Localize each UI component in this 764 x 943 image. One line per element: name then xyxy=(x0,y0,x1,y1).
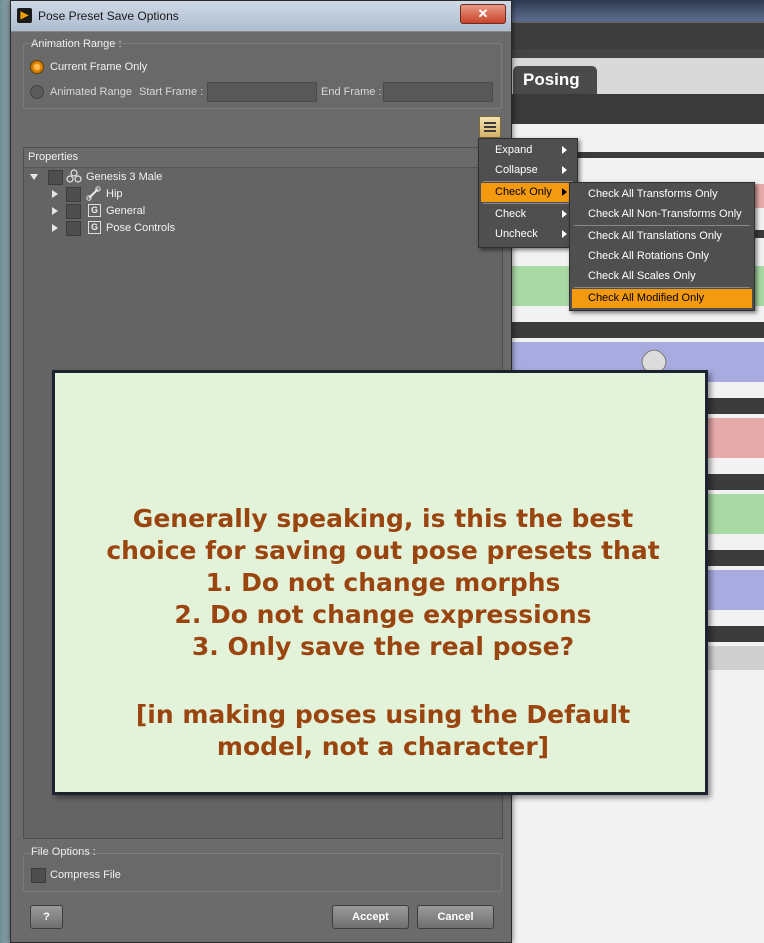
current-frame-label: Current Frame Only xyxy=(50,61,148,73)
app-icon: ▶ xyxy=(17,8,32,23)
compress-file-checkbox[interactable] xyxy=(31,868,46,883)
submenu-item-transforms[interactable]: Check All Transforms Only xyxy=(572,185,752,204)
animated-range-radio[interactable] xyxy=(30,85,44,99)
tree-item-hip[interactable]: Hip xyxy=(24,186,324,203)
menu-item-label: Uncheck xyxy=(495,228,538,240)
submenu-arrow-icon xyxy=(562,146,567,154)
menu-separator xyxy=(483,203,573,204)
timeline-row xyxy=(505,322,764,338)
check-only-submenu: Check All Transforms Only Check All Non-… xyxy=(569,182,755,311)
collapse-arrow-icon[interactable] xyxy=(30,174,38,180)
tree-item-label: Hip xyxy=(106,188,123,200)
submenu-arrow-icon xyxy=(562,210,567,218)
tree-item-label: Pose Controls xyxy=(106,222,176,234)
cancel-button[interactable]: Cancel xyxy=(417,905,494,929)
bone-icon xyxy=(86,186,101,201)
help-button[interactable]: ? xyxy=(30,905,63,929)
menu-item-check[interactable]: Check xyxy=(481,205,575,224)
tree-item-pose-controls[interactable]: G Pose Controls xyxy=(24,220,324,237)
tree-item-label: General xyxy=(106,205,146,217)
menu-separator xyxy=(574,225,750,226)
properties-header: Properties xyxy=(24,148,502,168)
file-options-label: File Options : xyxy=(31,846,96,858)
menu-item-expand[interactable]: Expand xyxy=(481,141,575,160)
submenu-item-non-transforms[interactable]: Check All Non-Transforms Only xyxy=(572,205,752,224)
current-frame-radio[interactable] xyxy=(30,60,44,74)
tree-item-label: Genesis 3 Male xyxy=(86,171,163,183)
figure-icon xyxy=(66,169,82,183)
title-bar: ▶ Pose Preset Save Options ✕ xyxy=(11,1,511,32)
properties-header-label: Properties xyxy=(28,151,79,163)
expand-arrow-icon[interactable] xyxy=(52,190,58,198)
dialog-title: Pose Preset Save Options xyxy=(38,9,179,23)
submenu-item-scales[interactable]: Check All Scales Only xyxy=(572,267,752,286)
close-button[interactable]: ✕ xyxy=(460,4,506,24)
tree-checkbox[interactable] xyxy=(48,170,63,185)
tree-checkbox[interactable] xyxy=(66,204,81,219)
menu-item-collapse[interactable]: Collapse xyxy=(481,161,575,180)
menu-separator xyxy=(574,287,750,288)
menu-item-label: Expand xyxy=(495,144,533,156)
submenu-arrow-icon xyxy=(562,230,567,238)
note-aside: [in making poses using the Default model… xyxy=(135,700,631,761)
menu-separator xyxy=(483,181,573,182)
menu-item-label: Check Only xyxy=(495,186,552,198)
expand-arrow-icon[interactable] xyxy=(52,207,58,215)
submenu-item-rotations[interactable]: Check All Rotations Only xyxy=(572,247,752,266)
tree-checkbox[interactable] xyxy=(66,187,81,202)
submenu-arrow-icon xyxy=(562,188,567,196)
animated-range-label: Animated Range xyxy=(50,86,132,98)
expand-arrow-icon[interactable] xyxy=(52,224,58,232)
start-frame-input[interactable] xyxy=(207,82,317,102)
background-band xyxy=(505,94,764,124)
submenu-item-translations[interactable]: Check All Translations Only xyxy=(572,227,752,246)
menu-item-label: Collapse xyxy=(495,164,538,176)
background-toolbar xyxy=(505,22,764,49)
menu-item-label: Check xyxy=(495,208,527,220)
note-question: Generally speaking, is this the best cho… xyxy=(106,504,660,661)
context-menu: Expand Collapse Check Only Check Uncheck xyxy=(478,138,578,248)
tab-posing[interactable]: Posing xyxy=(513,66,597,96)
compress-file-label: Compress File xyxy=(50,869,121,881)
menu-item-check-only[interactable]: Check Only xyxy=(481,183,575,202)
submenu-item-modified[interactable]: Check All Modified Only xyxy=(572,289,752,308)
end-frame-label: End Frame : xyxy=(321,86,382,98)
group-icon: G xyxy=(88,204,101,217)
tree-item-genesis[interactable]: Genesis 3 Male xyxy=(24,169,324,186)
tree-item-general[interactable]: G General xyxy=(24,203,324,220)
accept-button[interactable]: Accept xyxy=(332,905,409,929)
end-frame-input[interactable] xyxy=(383,82,493,102)
tree-checkbox[interactable] xyxy=(66,221,81,236)
annotation-note: Generally speaking, is this the best cho… xyxy=(52,370,708,795)
start-frame-label: Start Frame : xyxy=(139,86,204,98)
menu-item-uncheck[interactable]: Uncheck xyxy=(481,225,575,244)
animation-range-label: Animation Range : xyxy=(31,38,122,50)
submenu-arrow-icon xyxy=(562,166,567,174)
group-icon: G xyxy=(88,221,101,234)
options-menu-icon[interactable] xyxy=(479,116,501,138)
